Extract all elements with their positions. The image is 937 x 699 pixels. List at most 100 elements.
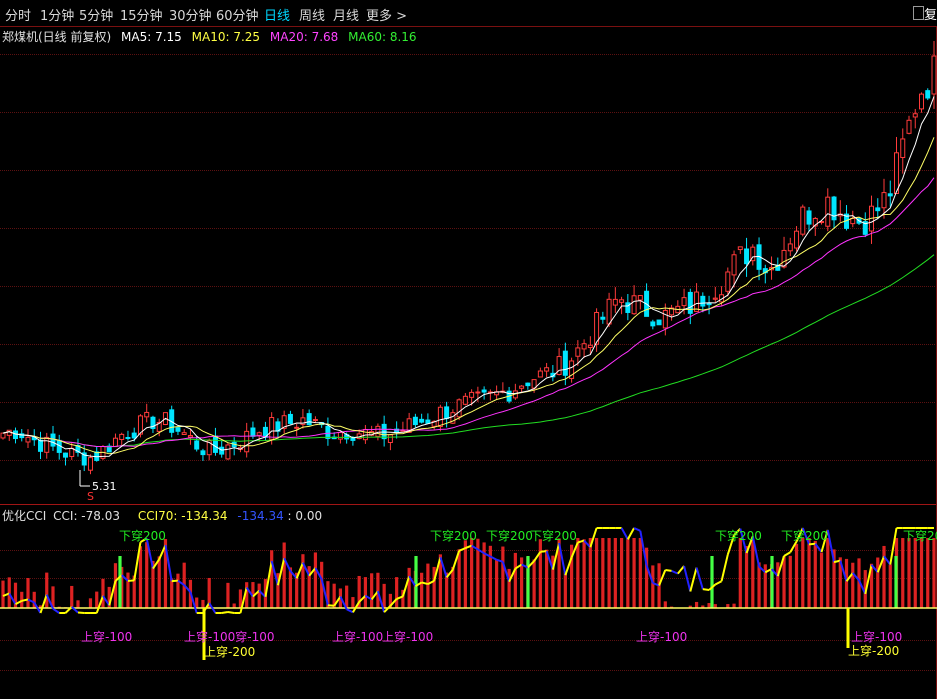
candle-body: [256, 432, 262, 436]
candle-body: [244, 430, 250, 453]
cci-segment: [808, 542, 816, 546]
cci-segment: [471, 544, 479, 551]
cci-bar: [26, 578, 30, 608]
candle-body: [537, 370, 543, 378]
cci-bar: [488, 545, 492, 608]
cci-segment: [396, 595, 404, 600]
candles-group: [0, 40, 937, 475]
cci-bar: [894, 538, 899, 608]
signal-cross-down-200: 下穿200: [530, 528, 577, 543]
signal-cross-down-200: 下穿200: [486, 528, 533, 543]
cci-bar: [926, 538, 930, 608]
cci-segment: [95, 595, 104, 614]
cci-segment: [801, 527, 810, 545]
cci-bar: [638, 538, 642, 608]
cci-segment: [764, 568, 773, 574]
cci-segment: [270, 560, 279, 586]
cci-bar: [776, 562, 780, 608]
cci-segment: [620, 527, 629, 540]
candle-body: [681, 297, 687, 307]
candle-body: [112, 437, 118, 448]
candle-body: [456, 399, 462, 418]
cci-bar: [757, 562, 761, 608]
signal-cross-up-minus100: 上穿-100: [81, 629, 132, 644]
cci-segment: [308, 567, 317, 577]
cci-segment: [858, 579, 867, 595]
cci-bar: [188, 579, 193, 608]
cci-signal-bar: [118, 556, 122, 608]
cci-segment: [283, 557, 292, 572]
cci-segment: [127, 579, 135, 582]
cci-bar: [195, 597, 199, 608]
cci-segment: [239, 587, 248, 614]
candle-body: [619, 299, 625, 303]
cci-bar: [826, 538, 830, 608]
cci-bar: [88, 598, 93, 608]
cci-segment: [52, 607, 60, 614]
cci-segment: [527, 560, 535, 569]
cci-bar: [288, 567, 293, 608]
sell-mark: S: [87, 490, 94, 503]
cci-bar: [669, 606, 674, 608]
cci-bar: [76, 600, 80, 608]
cci-segment: [671, 569, 679, 575]
cci-bar: [270, 550, 274, 608]
candle-body: [219, 446, 225, 455]
cci-bar: [338, 588, 343, 608]
cci-segment: [645, 565, 654, 584]
candle-body: [0, 432, 6, 439]
cci-bar: [607, 538, 611, 608]
cci-signal-bar: [710, 556, 714, 608]
cci-bar: [907, 538, 911, 608]
cci-bar: [651, 565, 655, 608]
low-price-label: 5.31: [92, 480, 117, 493]
cci-segment: [540, 550, 547, 553]
cci-bar: [407, 567, 411, 608]
cci-bar: [238, 589, 243, 608]
candlestick-chart: 5.31 S: [0, 40, 937, 503]
candle-body: [906, 119, 912, 134]
candle-body: [475, 391, 481, 394]
candle-body: [287, 413, 293, 424]
candle-body: [519, 385, 525, 389]
cci-segment: [227, 611, 235, 614]
candle-body: [737, 246, 743, 251]
cci-segment: [545, 550, 554, 570]
signal-cross-down-200: 下穿200: [119, 528, 166, 543]
cci-bar: [782, 556, 786, 608]
cci-bar: [351, 597, 355, 608]
cci-bar: [888, 564, 892, 608]
cci-bar: [551, 555, 555, 608]
candle-body: [387, 434, 393, 443]
candle-body: [600, 316, 606, 320]
candle-body: [144, 411, 150, 418]
cci-bar: [557, 538, 561, 608]
cci-bar: [70, 585, 74, 608]
signal-cross-up-minus200: 上穿-200: [848, 643, 899, 658]
cci-bar: [613, 538, 617, 608]
cci-bar: [145, 542, 149, 608]
cci-bar: [901, 538, 905, 608]
cci-bar: [701, 605, 705, 608]
signal-cross-up-minus100: 上穿-100: [636, 629, 687, 644]
cci-segment: [245, 587, 254, 598]
cci-segment: [852, 572, 860, 581]
ma20-line: [2, 177, 935, 448]
cci-bar: [388, 593, 392, 608]
candle-body: [175, 427, 181, 432]
cci-signal-bar: [414, 556, 418, 608]
cci-bar: [101, 578, 105, 608]
signal-cross-up-minus100: 上穿-100穿-100: [184, 629, 274, 644]
candle-body: [37, 439, 43, 452]
candle-body: [212, 435, 218, 453]
cci-segment: [751, 536, 761, 567]
cci-bar: [57, 606, 61, 608]
cci-bar: [482, 542, 486, 608]
cci-bar: [594, 538, 599, 608]
candle-body: [850, 217, 856, 225]
candle-body: [725, 271, 731, 292]
cci-bar: [132, 575, 136, 608]
cci-bar: [113, 563, 118, 608]
cci-bar: [207, 577, 211, 608]
cci-segment: [652, 582, 660, 587]
